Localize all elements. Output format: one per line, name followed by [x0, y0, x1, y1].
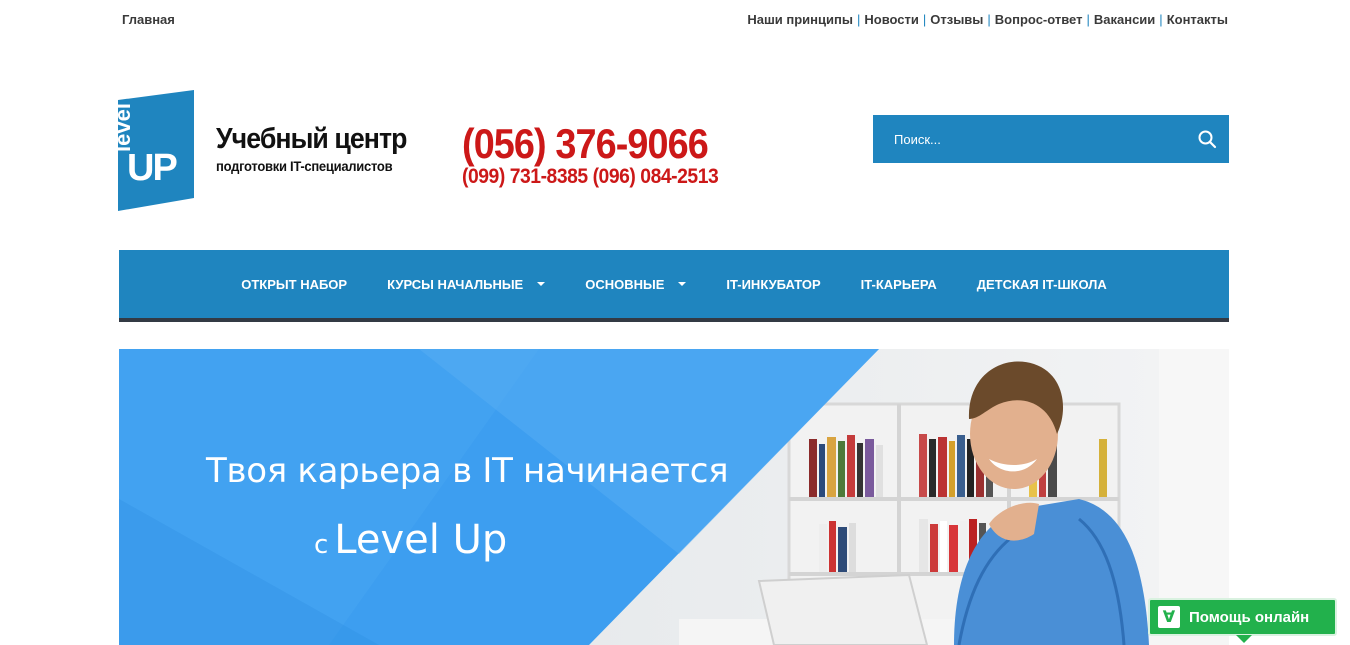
- nav-item-label: КУРСЫ НАЧАЛЬНЫЕ: [387, 276, 524, 292]
- top-link-faq[interactable]: Вопрос-ответ: [995, 12, 1083, 27]
- nav-item-open-enrollment[interactable]: ОТКРЫТ НАБОР: [221, 277, 367, 292]
- top-link-reviews[interactable]: Отзывы: [930, 12, 983, 27]
- chevron-down-icon: [678, 282, 687, 286]
- top-link-principles[interactable]: Наши принципы: [747, 12, 853, 27]
- chat-widget-icon: ∀: [1158, 606, 1180, 628]
- nav-item-label: ОСНОВНЫЕ: [585, 276, 665, 292]
- nav-item-kids-school[interactable]: ДЕТСКАЯ IT-ШКОЛА: [957, 277, 1127, 292]
- main-nav: ОТКРЫТ НАБОР КУРСЫ НАЧАЛЬНЫЕ ОСНОВНЫЕ IT…: [119, 250, 1229, 322]
- logo-word-up: UP: [127, 147, 177, 189]
- hero-headline: Твоя карьера в IT начинается: [206, 451, 729, 491]
- nav-item-label: IT-ИНКУБАТОР: [726, 276, 821, 292]
- nav-item-main-courses[interactable]: ОСНОВНЫЕ: [565, 277, 706, 292]
- top-links: Наши принципы | Новости | Отзывы | Вопро…: [747, 12, 1228, 27]
- help-online-button[interactable]: ∀ Помощь онлайн: [1148, 598, 1337, 643]
- top-link-contacts[interactable]: Контакты: [1167, 12, 1228, 27]
- help-online-label: Помощь онлайн: [1189, 608, 1310, 626]
- nav-item-beginner-courses[interactable]: КУРСЫ НАЧАЛЬНЫЕ: [367, 277, 565, 292]
- top-bar: Главная Наши принципы | Новости | Отзывы…: [0, 0, 1350, 40]
- nav-item-it-career[interactable]: IT-КАРЬЕРА: [841, 277, 957, 292]
- top-link-vacancies[interactable]: Вакансии: [1094, 12, 1155, 27]
- phone-alt[interactable]: (099) 731-8385 (096) 084-2513: [462, 166, 719, 188]
- brand-block: Учебный центр подготовки IT-специалистов: [216, 124, 423, 174]
- top-link-news[interactable]: Новости: [864, 12, 919, 27]
- hero-background-image: [119, 349, 1229, 645]
- top-link-home[interactable]: Главная: [122, 12, 175, 27]
- top-link-separator: |: [856, 12, 861, 27]
- hero-subheadline: с Level Up: [314, 517, 507, 563]
- site-logo[interactable]: level UP: [110, 90, 194, 211]
- nav-item-label: IT-КАРЬЕРА: [860, 276, 937, 292]
- brand-title: Учебный центр: [216, 123, 407, 155]
- logo-word-level: level: [118, 103, 135, 152]
- phone-main[interactable]: (056) 376-9066: [462, 122, 709, 166]
- speech-tail-icon: [1236, 635, 1252, 643]
- top-link-separator: |: [987, 12, 991, 27]
- nav-item-label: ДЕТСКАЯ IT-ШКОЛА: [976, 276, 1107, 292]
- top-link-separator: |: [1159, 12, 1163, 27]
- nav-item-label: ОТКРЫТ НАБОР: [241, 276, 348, 292]
- search-bar: [873, 115, 1229, 163]
- hero-banner[interactable]: Твоя карьера в IT начинается с Level Up: [119, 349, 1229, 645]
- top-link-separator: |: [922, 12, 927, 27]
- hero-subheadline-main: Level Up: [334, 517, 508, 563]
- hero-subheadline-prefix: с: [314, 530, 329, 560]
- top-link-separator: |: [1086, 12, 1090, 27]
- brand-subtitle: подготовки IT-специалистов: [216, 158, 393, 174]
- chevron-down-icon: [537, 282, 546, 286]
- nav-item-it-incubator[interactable]: IT-ИНКУБАТОР: [706, 277, 840, 292]
- level-up-logo-icon: level UP: [110, 90, 194, 211]
- search-input[interactable]: [873, 115, 1183, 163]
- search-icon[interactable]: [1197, 129, 1217, 149]
